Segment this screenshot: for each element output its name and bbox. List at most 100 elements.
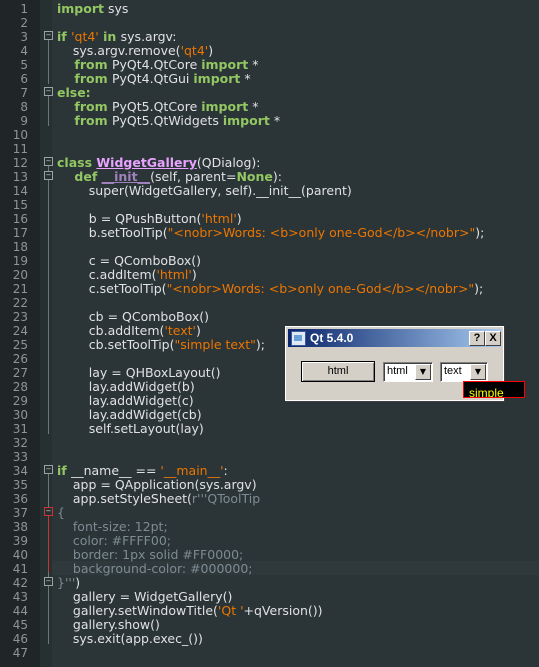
code-line[interactable]: gallery = WidgetGallery() bbox=[57, 590, 232, 604]
code-line[interactable]: self.setLayout(lay) bbox=[57, 422, 204, 436]
code-line[interactable]: color: #FFFF00; bbox=[57, 534, 171, 548]
html-combobox[interactable]: html ▼ bbox=[383, 362, 433, 382]
code-line[interactable]: background-color: #000000; bbox=[57, 562, 253, 576]
code-line[interactable]: lay.addWidget(b) bbox=[57, 380, 195, 394]
code-token: 'html' bbox=[156, 267, 192, 282]
fold-toggle-icon[interactable]: − bbox=[44, 507, 53, 516]
code-line[interactable]: app.setStyleSheet(r'''QToolTip bbox=[57, 492, 260, 506]
code-token: b = QPushButton( bbox=[57, 211, 202, 226]
code-token: app.setStyleSheet( bbox=[57, 491, 192, 506]
code-line[interactable]: from PyQt5.QtCore import * bbox=[57, 100, 258, 114]
code-token: def bbox=[57, 169, 102, 184]
text-combobox[interactable]: text ▼ bbox=[440, 362, 488, 382]
line-number: 41 bbox=[12, 562, 28, 576]
code-line[interactable]: gallery.setWindowTitle('Qt '+qVersion()) bbox=[57, 604, 323, 618]
code-token: PyQt5.QtCore bbox=[111, 99, 202, 114]
code-line[interactable]: { bbox=[57, 506, 65, 520]
code-token: from bbox=[57, 71, 112, 86]
code-token: from bbox=[57, 113, 112, 128]
code-line[interactable]: cb.addItem('text') bbox=[57, 324, 201, 338]
code-token: }''' bbox=[57, 575, 76, 590]
combobox-value: html bbox=[387, 365, 408, 377]
code-token: ) bbox=[191, 267, 197, 282]
code-token: '__main__' bbox=[160, 463, 224, 478]
line-number: 40 bbox=[12, 548, 28, 562]
code-token: ) bbox=[236, 211, 242, 226]
code-line[interactable]: }''') bbox=[57, 576, 80, 590]
code-line[interactable]: from PyQt4.QtCore import * bbox=[57, 58, 258, 72]
code-line[interactable]: font-size: 12pt; bbox=[57, 520, 168, 534]
code-token: "<nobr>Words: <b>only one-God</b></nobr>… bbox=[167, 225, 476, 240]
code-line[interactable]: c = QComboBox() bbox=[57, 254, 201, 268]
line-number: 10 bbox=[12, 128, 28, 142]
code-token: sys.argv.remove( bbox=[57, 43, 181, 58]
code-line[interactable]: else: bbox=[57, 86, 91, 100]
code-token: super(WidgetGallery, self).__init__(pare… bbox=[57, 183, 352, 198]
code-token: from bbox=[57, 99, 112, 114]
code-line[interactable]: sys.exit(app.exec_()) bbox=[57, 632, 203, 646]
code-line[interactable]: cb = QComboBox() bbox=[57, 310, 209, 324]
line-number: 45 bbox=[12, 618, 28, 632]
line-number: 15 bbox=[12, 198, 28, 212]
code-line[interactable]: def __init__(self, parent=None): bbox=[57, 170, 282, 184]
code-token: 'text' bbox=[164, 323, 196, 338]
code-token: 'qt4' bbox=[180, 43, 209, 58]
line-number: 37 bbox=[12, 506, 28, 520]
code-line[interactable]: border: 1px solid #FF0000; bbox=[57, 548, 243, 562]
fold-toggle-icon[interactable]: − bbox=[44, 465, 53, 474]
line-number: 25 bbox=[12, 338, 28, 352]
code-line[interactable]: lay.addWidget(c) bbox=[57, 394, 194, 408]
code-line[interactable]: b.setToolTip("<nobr>Words: <b>only one-G… bbox=[57, 225, 485, 240]
code-token: sys.argv: bbox=[120, 29, 177, 44]
code-line[interactable]: cb.setToolTip("simple text"); bbox=[57, 338, 265, 352]
code-line[interactable]: if __name__ == '__main__': bbox=[57, 464, 228, 478]
code-token: gallery = WidgetGallery() bbox=[57, 589, 233, 604]
code-token: 'html' bbox=[201, 211, 237, 226]
line-number: 31 bbox=[12, 422, 28, 436]
code-token: { bbox=[57, 505, 65, 520]
line-number: 14 bbox=[12, 184, 28, 198]
chevron-down-icon[interactable]: ▼ bbox=[415, 364, 431, 380]
line-number: 16 bbox=[12, 212, 28, 226]
code-token: c.setToolTip( bbox=[57, 281, 167, 296]
fold-toggle-icon[interactable]: − bbox=[44, 577, 53, 586]
help-button[interactable]: ? bbox=[469, 331, 485, 346]
line-number: 18 bbox=[12, 240, 28, 254]
code-line[interactable]: class WidgetGallery(QDialog): bbox=[57, 156, 260, 170]
line-number: 46 bbox=[12, 632, 28, 646]
line-number: 39 bbox=[12, 534, 28, 548]
fold-guide bbox=[48, 40, 49, 84]
fold-toggle-icon[interactable]: − bbox=[44, 171, 53, 180]
line-number: 30 bbox=[12, 408, 28, 422]
code-line[interactable]: import sys bbox=[57, 2, 128, 16]
code-token: border: 1px solid #FF0000; bbox=[57, 547, 244, 562]
code-token: sys bbox=[104, 1, 129, 16]
code-line[interactable]: c.addItem('html') bbox=[57, 268, 197, 282]
code-token: cb.addItem( bbox=[57, 323, 165, 338]
code-token: : bbox=[223, 463, 228, 478]
fold-toggle-icon[interactable]: − bbox=[44, 31, 53, 40]
line-number: 43 bbox=[12, 590, 28, 604]
line-number: 29 bbox=[12, 394, 28, 408]
window-title-bar[interactable]: Qt 5.4.0 ? X bbox=[288, 329, 501, 347]
code-line[interactable]: lay.addWidget(cb) bbox=[57, 408, 202, 422]
code-line[interactable]: c.setToolTip("<nobr>Words: <b>only one-G… bbox=[57, 282, 483, 296]
code-line[interactable]: lay = QHBoxLayout() bbox=[57, 366, 221, 380]
code-token: (self, parent= bbox=[150, 169, 237, 184]
code-line[interactable]: app = QApplication(sys.argv) bbox=[57, 478, 257, 492]
code-line[interactable]: from PyQt5.QtWidgets import * bbox=[57, 114, 280, 128]
fold-toggle-icon[interactable]: − bbox=[44, 157, 53, 166]
code-line[interactable]: from PyQt4.QtGui import * bbox=[57, 71, 250, 86]
code-line[interactable]: if 'qt4' in sys.argv: bbox=[57, 30, 176, 44]
line-number: 42 bbox=[12, 576, 28, 590]
html-push-button[interactable]: html bbox=[301, 361, 375, 382]
code-token: * bbox=[248, 57, 259, 72]
chevron-down-icon[interactable]: ▼ bbox=[470, 364, 486, 380]
code-line[interactable]: b = QPushButton('html') bbox=[57, 212, 242, 226]
code-token: ) bbox=[195, 323, 201, 338]
code-line[interactable]: super(WidgetGallery, self).__init__(pare… bbox=[57, 184, 352, 198]
code-line[interactable]: gallery.show() bbox=[57, 618, 160, 632]
fold-toggle-icon[interactable]: − bbox=[44, 87, 53, 96]
close-button[interactable]: X bbox=[485, 331, 501, 346]
code-line[interactable]: sys.argv.remove('qt4') bbox=[57, 44, 213, 58]
